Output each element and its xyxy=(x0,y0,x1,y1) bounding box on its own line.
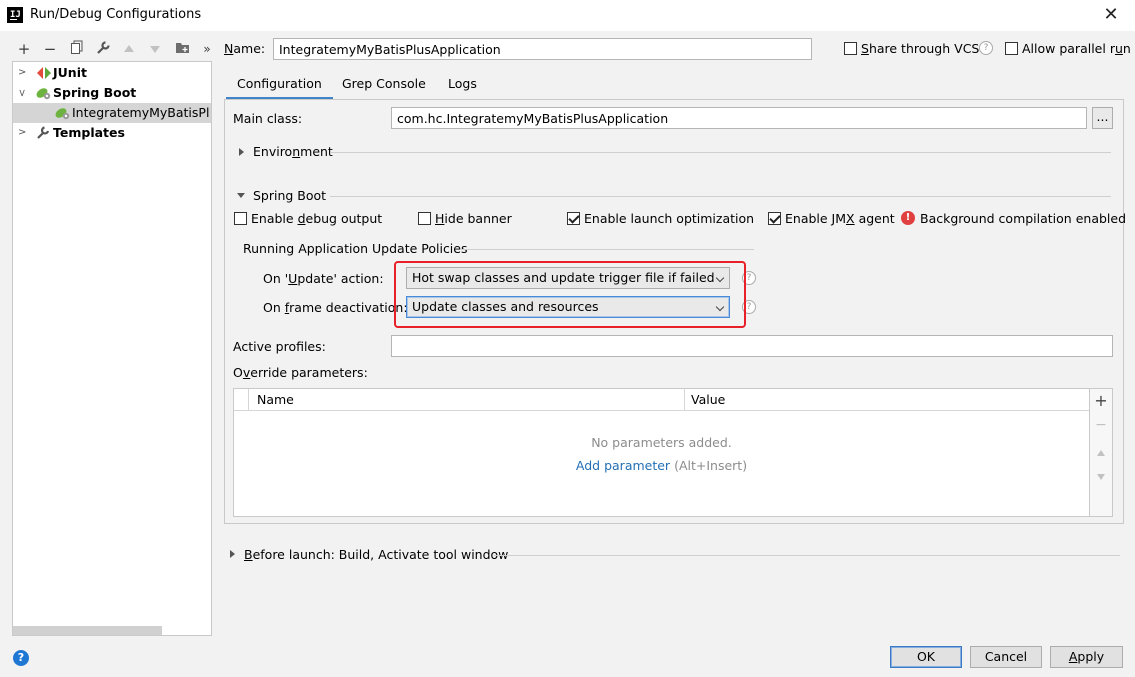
hide-banner-label: Hide banner xyxy=(435,211,512,226)
main-class-label: Main class: xyxy=(233,111,303,126)
add-parameter-link[interactable]: Add parameter xyxy=(576,458,670,473)
divider xyxy=(330,196,1111,197)
background-compilation-label: Background compilation enabled xyxy=(920,211,1127,226)
wrench-icon[interactable] xyxy=(94,40,112,58)
help-icon[interactable]: ? xyxy=(979,41,993,55)
chevron-right-icon[interactable]: > xyxy=(18,63,26,83)
on-update-label: On 'Update' action: xyxy=(263,271,384,286)
table-header: Name Value xyxy=(234,389,1089,411)
empty-table-text: No parameters added. xyxy=(591,435,732,450)
override-parameters-table: Name Value No parameters added. Add para… xyxy=(233,388,1090,517)
more-icon[interactable]: » xyxy=(198,40,216,58)
spring-boot-icon xyxy=(36,88,51,100)
table-toolbar: + − xyxy=(1090,388,1113,517)
wrench-icon xyxy=(37,126,50,139)
close-icon[interactable]: ✕ xyxy=(1100,4,1122,26)
tree-item-spring-boot[interactable]: > Spring Boot xyxy=(13,83,211,103)
error-icon: ! xyxy=(901,211,915,225)
divider xyxy=(330,152,1111,153)
add-parameter-shortcut: (Alt+Insert) xyxy=(674,458,748,473)
tree-item-application[interactable]: IntegratemyMyBatisPlusApplication xyxy=(13,103,211,123)
before-launch-section[interactable]: Before launch: Build, Activate tool wind… xyxy=(244,547,508,563)
spring-boot-icon xyxy=(55,108,70,120)
copy-icon[interactable] xyxy=(68,40,86,58)
override-parameters-label: Override parameters: xyxy=(233,365,368,380)
tree-item-junit[interactable]: > JUnit xyxy=(13,63,211,83)
environment-section[interactable]: Environment xyxy=(253,144,333,160)
column-name-header[interactable]: Name xyxy=(257,392,294,408)
chevron-down-icon[interactable]: > xyxy=(11,89,31,97)
debug-output-label: Enable debug output xyxy=(251,211,383,226)
move-down-icon[interactable] xyxy=(1090,469,1112,485)
on-frame-label: On frame deactivation: xyxy=(263,300,408,315)
cancel-button[interactable]: Cancel xyxy=(970,646,1042,668)
add-icon[interactable]: + xyxy=(15,40,33,58)
divider xyxy=(494,555,1120,556)
tree-item-label: JUnit xyxy=(53,65,87,80)
browse-button[interactable]: ... xyxy=(1092,107,1113,129)
apply-button[interactable]: Apply xyxy=(1050,646,1123,668)
window-title: Run/Debug Configurations xyxy=(30,7,202,22)
share-vcs-label: Share through VCS xyxy=(861,41,980,56)
move-up-icon[interactable] xyxy=(120,40,138,58)
expand-arrow-icon[interactable] xyxy=(239,148,244,156)
jmx-agent-label: Enable JMX agent xyxy=(785,211,895,226)
debug-output-checkbox[interactable] xyxy=(234,212,247,225)
tab-configuration[interactable]: Configuration xyxy=(226,70,333,100)
allow-parallel-checkbox[interactable] xyxy=(1005,42,1018,55)
tree-item-templates[interactable]: > Templates xyxy=(13,123,211,143)
intellij-app-icon: IJ xyxy=(7,7,23,23)
tree-item-label: Templates xyxy=(53,125,125,140)
move-up-icon[interactable] xyxy=(1090,445,1112,461)
share-vcs-checkbox[interactable] xyxy=(844,42,857,55)
divider xyxy=(460,249,754,250)
spring-boot-section-title[interactable]: Spring Boot xyxy=(253,188,326,204)
hide-banner-checkbox[interactable] xyxy=(418,212,431,225)
ok-button[interactable]: OK xyxy=(890,646,962,668)
active-profiles-input[interactable] xyxy=(391,335,1113,357)
launch-optimization-checkbox[interactable] xyxy=(567,212,580,225)
tab-logs[interactable]: Logs xyxy=(437,70,488,100)
junit-icon xyxy=(37,67,51,79)
folder-icon[interactable] xyxy=(173,40,191,58)
tree-horizontal-scrollbar[interactable] xyxy=(13,626,162,635)
remove-icon[interactable]: − xyxy=(41,40,59,58)
help-icon[interactable]: ? xyxy=(13,650,29,666)
tree-item-label: Spring Boot xyxy=(53,85,137,100)
name-label: Name: xyxy=(224,41,266,56)
launch-optimization-label: Enable launch optimization xyxy=(584,211,755,226)
name-input[interactable] xyxy=(273,38,812,60)
configuration-tree: > JUnit > Spring Boot IntegratemyMyBatis… xyxy=(12,61,212,636)
highlight-annotation-box xyxy=(394,261,746,328)
allow-parallel-label: Allow parallel run xyxy=(1022,41,1131,56)
collapse-arrow-icon[interactable] xyxy=(237,193,245,198)
remove-icon[interactable]: − xyxy=(1090,417,1112,433)
column-value-header[interactable]: Value xyxy=(691,392,725,408)
chevron-right-icon[interactable]: > xyxy=(18,123,26,143)
tab-grep-console[interactable]: Grep Console xyxy=(331,70,437,100)
tree-item-label: IntegratemyMyBatisPlusApplication xyxy=(72,105,210,120)
active-profiles-label: Active profiles: xyxy=(233,339,326,354)
main-class-input[interactable] xyxy=(391,107,1087,129)
move-down-icon[interactable] xyxy=(146,40,164,58)
jmx-agent-checkbox[interactable] xyxy=(768,212,781,225)
expand-arrow-icon[interactable] xyxy=(230,550,235,558)
add-icon[interactable]: + xyxy=(1090,391,1112,410)
policies-title: Running Application Update Policies xyxy=(243,241,468,256)
